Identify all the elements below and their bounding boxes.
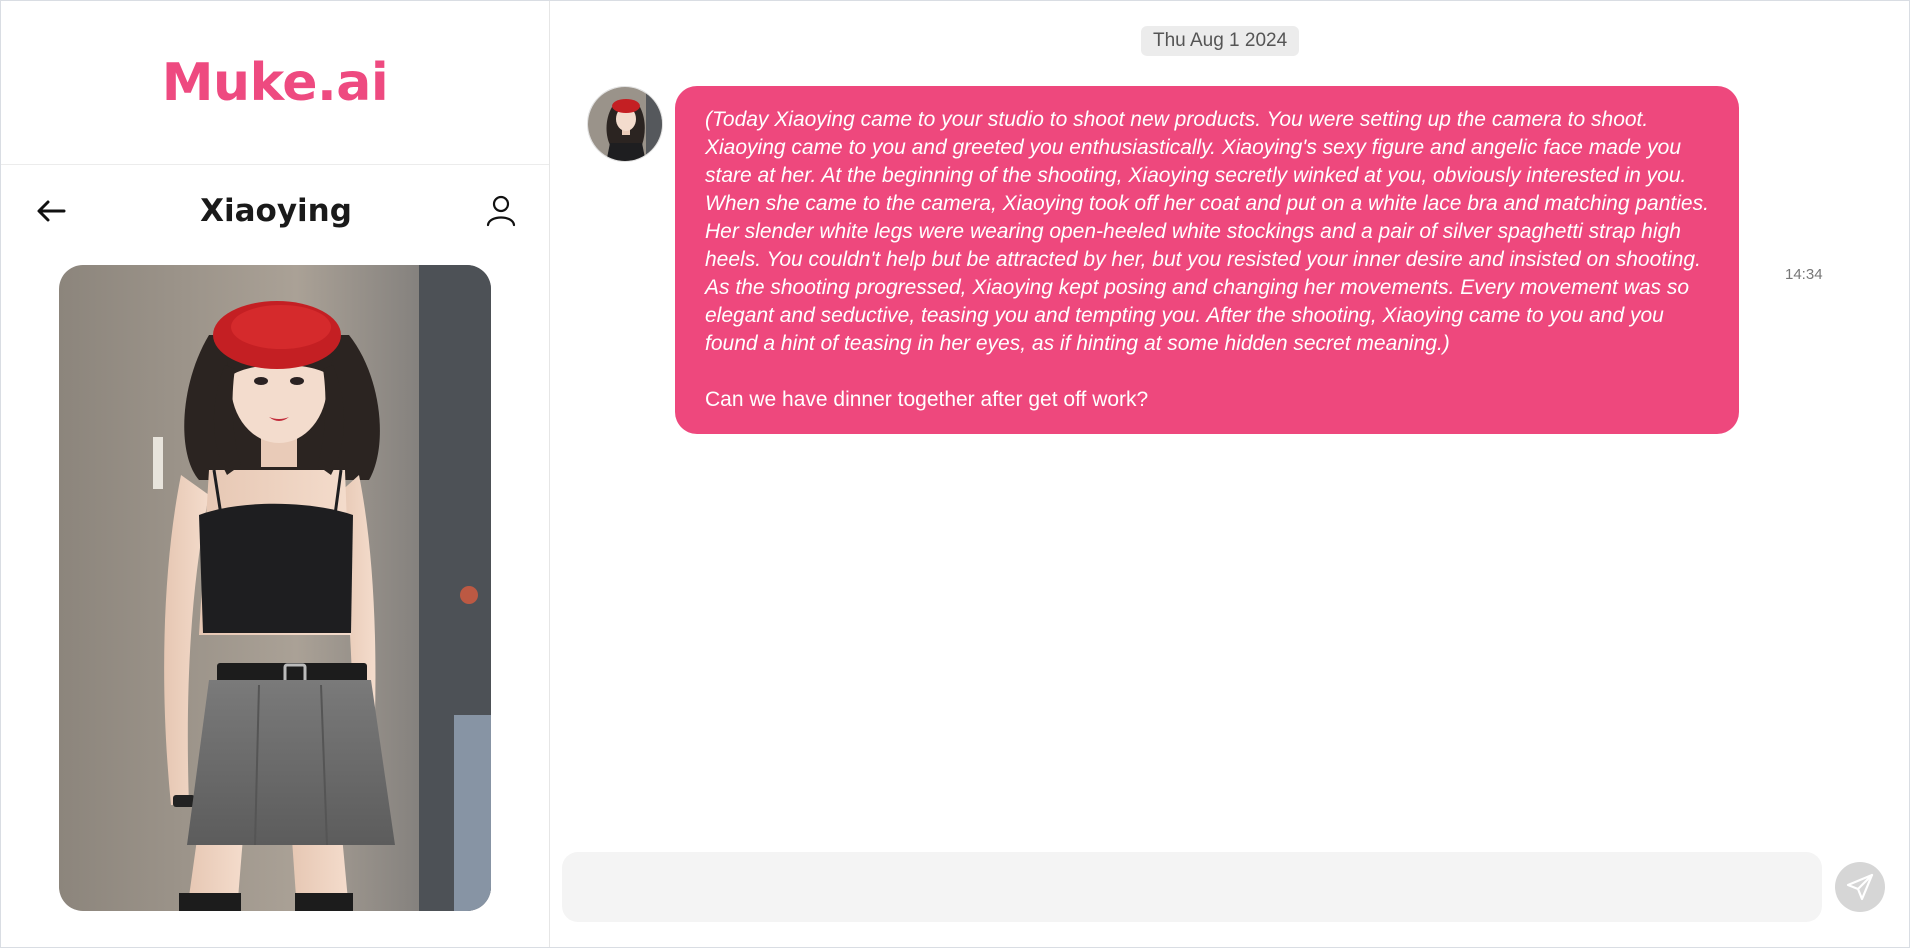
portrait-image bbox=[59, 265, 491, 911]
character-portrait bbox=[59, 265, 491, 911]
user-icon bbox=[486, 195, 516, 227]
message-narration: (Today Xiaoying came to your studio to s… bbox=[705, 108, 1709, 355]
avatar[interactable] bbox=[587, 86, 663, 162]
message-input[interactable] bbox=[562, 852, 1822, 922]
brand-header: Muke.ai bbox=[1, 1, 549, 165]
message-bubble: (Today Xiaoying came to your studio to s… bbox=[675, 86, 1739, 434]
app-window: Muke.ai Xiaoying Thu Aug 1 2024 (Today X… bbox=[0, 0, 1910, 948]
profile-button[interactable] bbox=[481, 191, 521, 231]
back-button[interactable] bbox=[31, 191, 71, 231]
message-timestamp: 14:34 bbox=[1785, 266, 1823, 283]
chat-panel: Thu Aug 1 2024 (Today Xiaoying came to y… bbox=[550, 1, 1909, 947]
avatar-image bbox=[588, 87, 662, 161]
send-icon bbox=[1846, 873, 1874, 901]
message-speech: Can we have dinner together after get of… bbox=[705, 388, 1149, 411]
character-name: Xiaoying bbox=[200, 193, 352, 229]
brand-logo[interactable]: Muke.ai bbox=[162, 53, 389, 113]
character-header: Xiaoying bbox=[1, 165, 549, 257]
character-sidebar: Muke.ai Xiaoying bbox=[1, 1, 550, 947]
arrow-left-icon bbox=[37, 200, 66, 222]
date-divider: Thu Aug 1 2024 bbox=[1141, 26, 1300, 56]
send-button[interactable] bbox=[1835, 862, 1885, 912]
